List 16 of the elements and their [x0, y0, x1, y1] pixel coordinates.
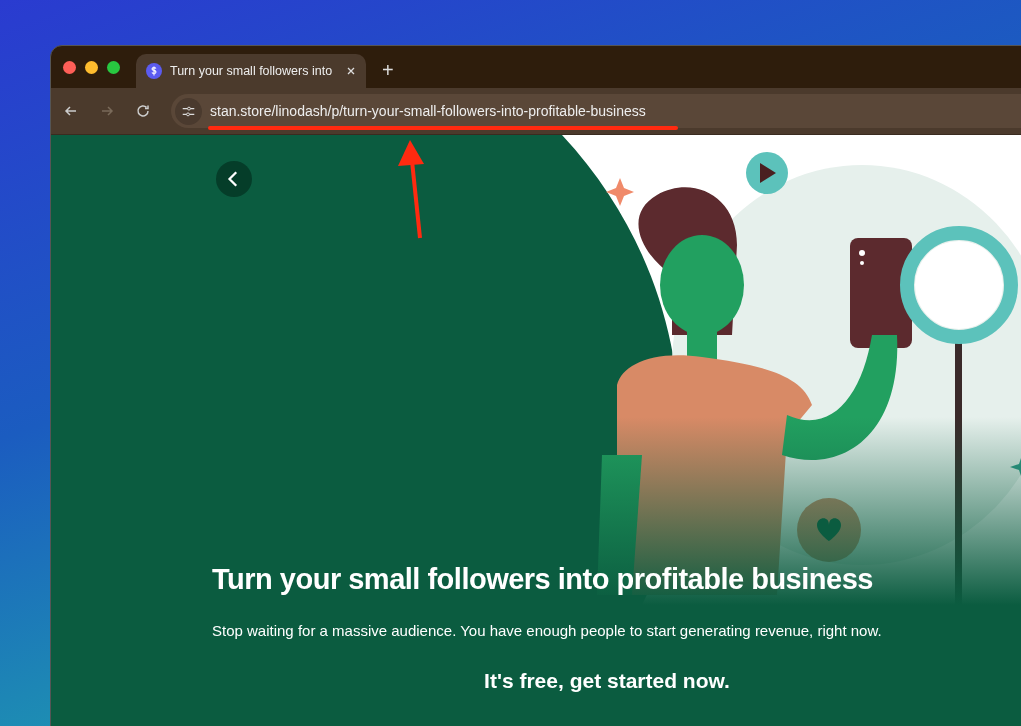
back-button[interactable] [216, 161, 252, 197]
url-text: stan.store/linodash/p/turn-your-small-followers-into-profitable-business [210, 103, 646, 119]
reload-icon[interactable] [135, 103, 151, 119]
dollar-icon [146, 63, 162, 79]
page-heading: Turn your small followers into profitable business [212, 563, 874, 596]
close-icon[interactable] [346, 66, 356, 76]
minimize-window-icon[interactable] [85, 60, 98, 74]
maximize-window-icon[interactable] [107, 60, 120, 74]
tab-title: Turn your small followers into [170, 64, 334, 78]
browser-tab[interactable]: Turn your small followers into [136, 54, 366, 88]
get-started-link[interactable]: It's free, get started now. [212, 669, 1002, 693]
new-tab-button[interactable]: + [376, 59, 400, 82]
site-settings-icon[interactable] [175, 97, 202, 125]
page-subtitle: Stop waiting for a massive audience. You have enough people to start generating revenue, right now. [212, 622, 883, 639]
close-window-icon[interactable] [63, 60, 76, 74]
address-bar[interactable]: stan.store/linodash/p/turn-your-small-followers-into-profitable-business [171, 94, 1021, 128]
